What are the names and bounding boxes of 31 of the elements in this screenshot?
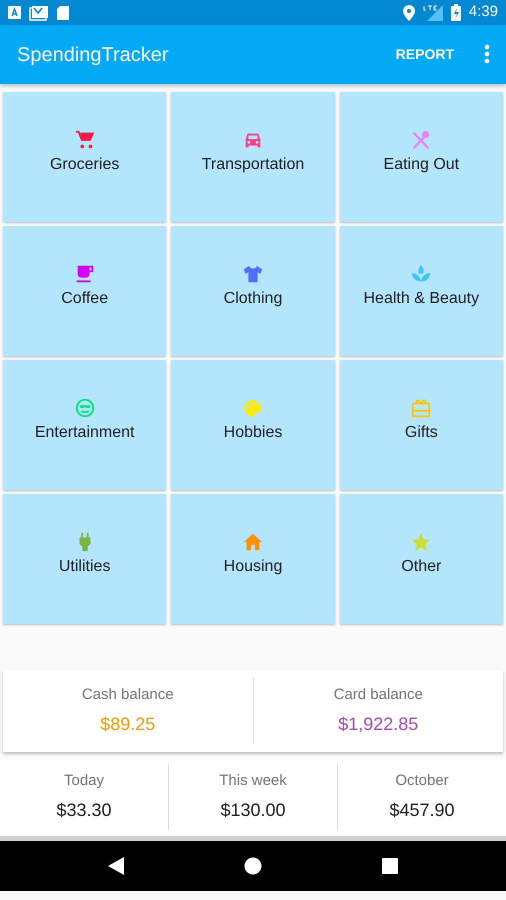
balance-amount: $89.25 bbox=[100, 712, 156, 736]
battery-icon bbox=[450, 4, 461, 21]
category-tile[interactable]: Entertainment bbox=[3, 360, 166, 490]
category-tile[interactable]: Housing bbox=[171, 494, 335, 624]
category-tile[interactable]: Gifts bbox=[340, 360, 503, 490]
period-amount: $457.90 bbox=[389, 798, 455, 822]
category-tile[interactable]: Utilities bbox=[3, 494, 166, 624]
period-amount: $130.00 bbox=[220, 798, 286, 822]
status-time: 4:39 bbox=[468, 2, 498, 22]
balance-label: Card balance bbox=[334, 685, 423, 706]
period-label: Today bbox=[64, 771, 104, 792]
period-label: This week bbox=[219, 771, 287, 792]
app-title: SpendingTracker bbox=[17, 42, 169, 68]
period-label: October bbox=[395, 771, 449, 792]
category-tile[interactable]: Eating Out bbox=[340, 92, 503, 222]
category-tile[interactable]: Clothing bbox=[171, 226, 335, 356]
category-tile[interactable]: Groceries bbox=[3, 92, 166, 222]
back-button[interactable] bbox=[108, 854, 124, 878]
app-notification-icon bbox=[8, 6, 21, 19]
balance-label: Cash balance bbox=[82, 685, 174, 706]
sd-card-icon bbox=[57, 6, 69, 20]
category-tile[interactable]: Coffee bbox=[3, 226, 166, 356]
category-tile[interactable]: Hobbies bbox=[171, 360, 335, 490]
mail-icon bbox=[29, 4, 49, 20]
category-tile[interactable]: Transportation bbox=[171, 92, 335, 222]
category-tile[interactable]: Health & Beauty bbox=[340, 226, 503, 356]
location-icon bbox=[402, 4, 415, 20]
period-amount: $33.30 bbox=[56, 798, 112, 822]
balance-amount: $1,922.85 bbox=[338, 712, 418, 736]
signal-icon bbox=[422, 4, 443, 20]
category-tile[interactable]: Other bbox=[340, 494, 503, 624]
